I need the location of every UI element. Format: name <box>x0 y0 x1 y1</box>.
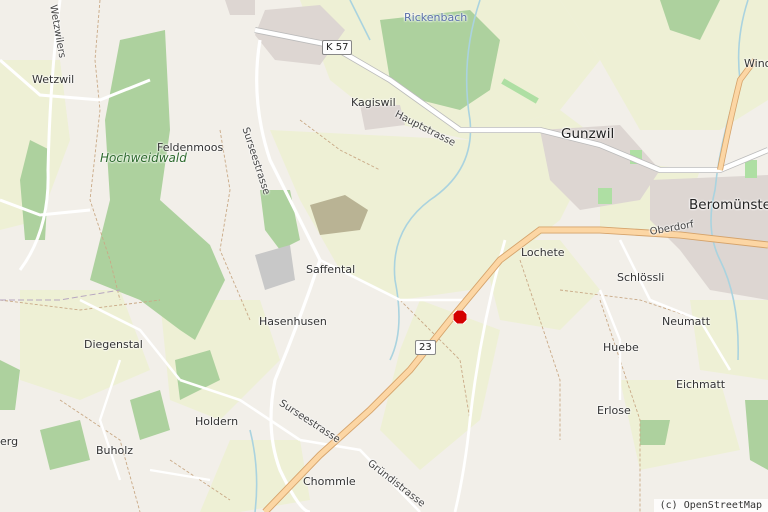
place-label-berg: erg <box>0 435 19 448</box>
place-label-holdern: Holdern <box>195 415 239 428</box>
place-label-schloessli: Schlössli <box>617 271 665 284</box>
place-label-hasenhusen: Hasenhusen <box>259 315 327 328</box>
place-label-beromuenster: Beromünster <box>689 197 768 213</box>
map-attribution[interactable]: (c) OpenStreetMap <box>653 499 768 512</box>
place-label-diegenstal: Diegenstal <box>84 338 143 351</box>
road-shield-k57: K 57 <box>322 40 353 55</box>
place-label-erlose: Erlose <box>597 404 631 417</box>
map-canvas <box>0 0 768 512</box>
place-label-kagiswil: Kagiswil <box>351 96 396 109</box>
place-label-neumatt: Neumatt <box>662 315 711 328</box>
place-label-buholz: Buholz <box>96 444 134 457</box>
place-label-chommle: Chommle <box>303 475 356 488</box>
place-label-huebe: Huebe <box>603 341 639 354</box>
place-label-lochete: Lochete <box>521 246 565 259</box>
forest-label-hochweidwald: Hochweidwald <box>100 151 187 165</box>
place-label-winon: Winon <box>744 57 768 70</box>
place-label-saffental: Saffental <box>306 263 356 276</box>
industrial-area <box>255 245 295 290</box>
place-label-wetzwil: Wetzwil <box>32 73 75 86</box>
place-label-gunzwil: Gunzwil <box>561 126 615 142</box>
location-marker-icon[interactable] <box>453 310 467 324</box>
map-view[interactable]: Wetzwil Feldenmoos Hochweidwald Kagiswil… <box>0 0 768 512</box>
road-shield-23: 23 <box>415 340 436 355</box>
place-label-eichmatt: Eichmatt <box>676 378 726 391</box>
stream-label-rickenbach: Rickenbach <box>404 11 468 24</box>
